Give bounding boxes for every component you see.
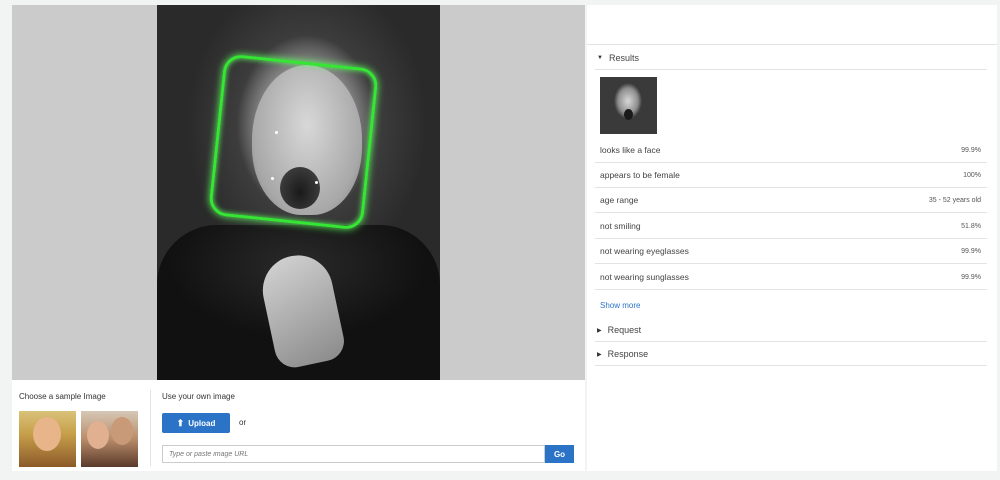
landmark-point — [271, 177, 274, 180]
face-bounding-box — [207, 53, 380, 231]
sample-image-thumbnail[interactable] — [19, 411, 76, 467]
analyzed-photo — [157, 5, 440, 380]
result-value: 35 - 52 years old — [928, 196, 981, 204]
image-preview-area — [12, 5, 585, 380]
result-row: age range 35 - 52 years old — [595, 188, 987, 213]
image-source-controls: Choose a sample Image Use your own image… — [12, 380, 585, 471]
response-section-toggle[interactable]: ▶ Response — [597, 349, 648, 359]
landmark-point — [275, 131, 278, 134]
show-more-link[interactable]: Show more — [600, 301, 640, 310]
result-label: not wearing sunglasses — [600, 272, 689, 282]
response-title: Response — [607, 349, 649, 359]
result-value: 100% — [963, 171, 981, 179]
result-label: age range — [600, 195, 639, 205]
result-value: 99.9% — [961, 247, 981, 255]
results-section-toggle[interactable]: ▼ Results — [597, 53, 639, 63]
sample-image-label: Choose a sample Image — [19, 392, 106, 401]
divider — [595, 365, 987, 366]
caret-down-icon: ▼ — [597, 55, 603, 61]
result-label: looks like a face — [600, 145, 661, 155]
image-url-input[interactable] — [162, 445, 545, 463]
upload-button[interactable]: ⬆ Upload — [162, 413, 230, 433]
image-analysis-panel: Choose a sample Image Use your own image… — [12, 5, 585, 471]
caret-right-icon: ▶ — [597, 351, 602, 358]
divider — [595, 69, 987, 70]
result-value: 99.9% — [961, 146, 981, 154]
upload-button-label: Upload — [188, 418, 216, 428]
result-row: not wearing sunglasses 99.9% — [595, 265, 987, 290]
divider — [595, 341, 987, 342]
own-image-label: Use your own image — [162, 392, 235, 401]
results-panel-header — [587, 5, 997, 45]
result-row: looks like a face 99.9% — [595, 138, 987, 163]
result-value: 99.9% — [961, 273, 981, 281]
detected-face-thumbnail — [600, 77, 657, 134]
result-label: not wearing eyeglasses — [600, 246, 689, 256]
result-label: appears to be female — [600, 170, 680, 180]
results-panel: ▼ Results looks like a face 99.9% appear… — [587, 5, 997, 471]
caret-right-icon: ▶ — [597, 327, 602, 334]
request-section-toggle[interactable]: ▶ Request — [597, 325, 641, 335]
result-row: not wearing eyeglasses 99.9% — [595, 239, 987, 264]
go-button[interactable]: Go — [545, 445, 574, 463]
divider — [150, 390, 151, 466]
result-row: appears to be female 100% — [595, 163, 987, 188]
sample-image-thumbnail[interactable] — [81, 411, 138, 467]
result-value: 51.8% — [961, 222, 981, 230]
upload-icon: ⬆ — [176, 417, 185, 428]
results-title: Results — [608, 53, 639, 63]
result-row: not smiling 51.8% — [595, 214, 987, 239]
landmark-point — [315, 181, 318, 184]
or-text: or — [239, 418, 247, 427]
request-title: Request — [607, 325, 642, 335]
result-label: not smiling — [600, 221, 641, 231]
